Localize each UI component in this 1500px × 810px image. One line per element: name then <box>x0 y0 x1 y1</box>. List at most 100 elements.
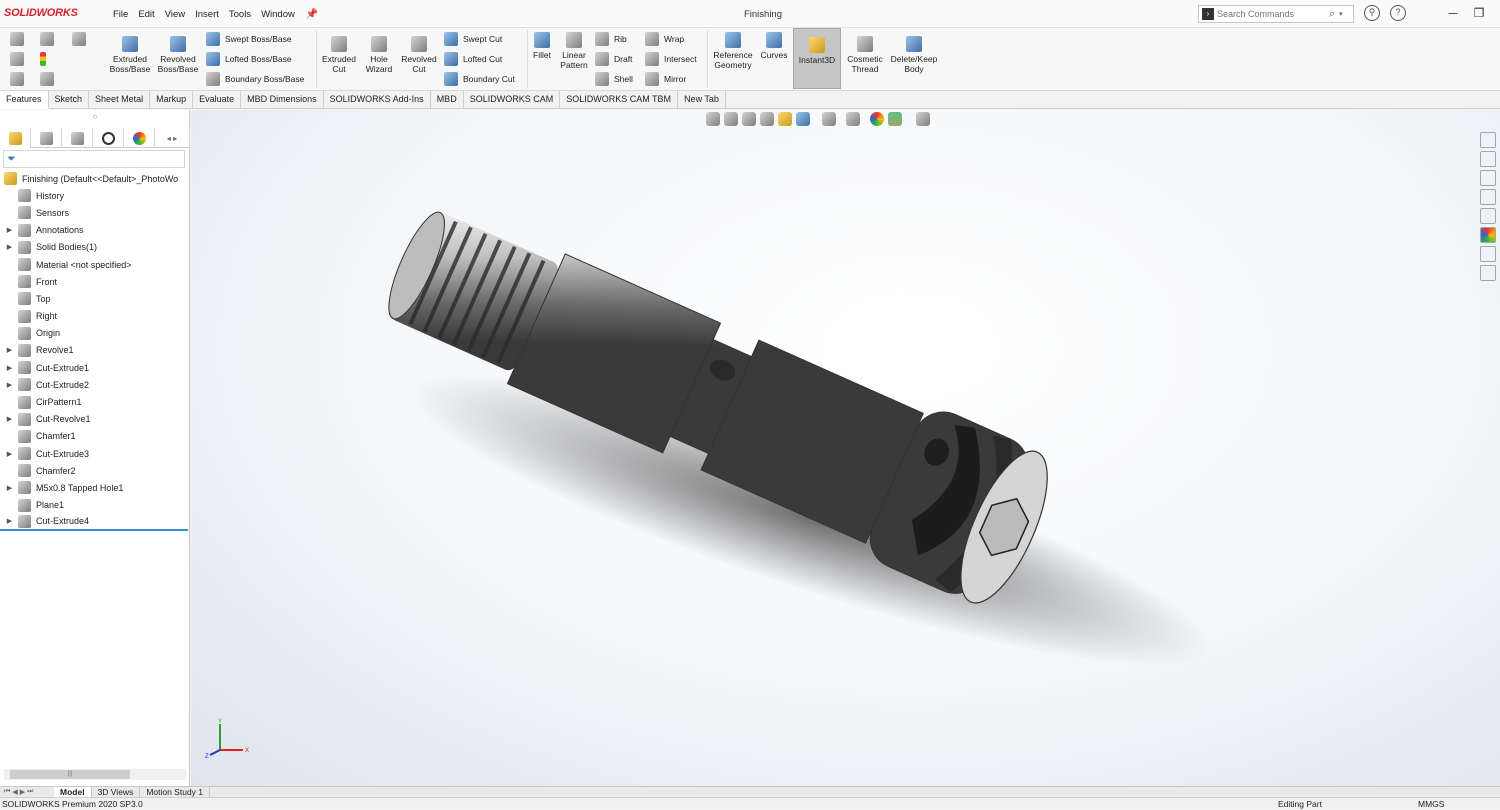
tab-dimxpert[interactable] <box>93 128 124 148</box>
wrap-button[interactable]: Wrap <box>645 32 684 46</box>
rib-button[interactable]: Rib <box>595 32 627 46</box>
mirror-button[interactable]: Mirror <box>645 72 686 86</box>
menu-file[interactable]: File <box>108 9 133 20</box>
tree-item[interactable]: Chamfer1 <box>0 428 188 445</box>
save-button[interactable] <box>40 32 59 46</box>
search-icon[interactable]: ⌕ <box>1329 8 1335 21</box>
revolved-boss-button[interactable]: Revolved Boss/Base <box>156 36 200 74</box>
fillet-button[interactable]: Fillet <box>530 32 554 60</box>
lofted-cut-button[interactable]: Lofted Cut <box>444 52 502 66</box>
tab-evaluate[interactable]: Evaluate <box>193 91 242 109</box>
tree-root-part[interactable]: Finishing (Default<<Default>_PhotoWo <box>0 170 188 187</box>
expand-arrow-icon[interactable]: ▶ <box>5 450 14 458</box>
extruded-cut-button[interactable]: Extruded Cut <box>318 36 360 74</box>
close-button[interactable]: ✕ <box>1492 3 1500 23</box>
expand-arrow-icon[interactable]: ▶ <box>5 484 14 492</box>
draft-button[interactable]: Draft <box>595 52 632 66</box>
reference-triad[interactable]: Y X Z <box>205 718 255 758</box>
tree-item[interactable]: Sensors <box>0 204 188 221</box>
tab-mbd-dimensions[interactable]: MBD Dimensions <box>241 91 324 109</box>
menu-tools[interactable]: Tools <box>224 9 256 20</box>
panel-grip[interactable]: ○ <box>0 110 190 126</box>
tab-nav-arrows[interactable]: ⏮ ◀ ▶ ⏭ <box>0 788 48 796</box>
menu-window[interactable]: Window <box>256 9 300 20</box>
menu-edit[interactable]: Edit <box>133 9 159 20</box>
solidworks-logo[interactable]: SOLIDWORKS <box>4 7 78 19</box>
tab-model[interactable]: Model <box>54 786 92 798</box>
tab-mbd[interactable]: MBD <box>431 91 464 109</box>
search-commands[interactable]: › ⌕ ▾ <box>1198 5 1354 23</box>
tree-item[interactable]: Chamfer2 <box>0 462 188 479</box>
swept-boss-button[interactable]: Swept Boss/Base <box>206 32 292 46</box>
expand-arrow-icon[interactable]: ▶ <box>5 517 14 525</box>
help-icon[interactable]: ? <box>1390 5 1406 21</box>
hole-wizard-button[interactable]: Hole Wizard <box>360 36 398 74</box>
instant3d-button[interactable]: Instant3D <box>793 28 841 89</box>
tab-markup[interactable]: Markup <box>150 91 194 109</box>
shell-button[interactable]: Shell <box>595 72 633 86</box>
intersect-button[interactable]: Intersect <box>645 52 697 66</box>
graphics-area[interactable]: Y X Z <box>191 110 1500 786</box>
tab-scroll[interactable]: ◂ ▸ <box>155 128 190 148</box>
expand-arrow-icon[interactable]: ▶ <box>5 346 14 354</box>
tab-features[interactable]: Features <box>0 91 49 109</box>
tree-item[interactable]: ▶ Solid Bodies(1) <box>0 239 188 256</box>
tab-configuration-manager[interactable] <box>62 128 93 148</box>
expand-arrow-icon[interactable]: ▶ <box>5 415 14 423</box>
tab-sheet-metal[interactable]: Sheet Metal <box>89 91 151 109</box>
tree-item[interactable]: ▶ Cut-Revolve1 <box>0 411 188 428</box>
rebuild-button[interactable] <box>40 52 51 66</box>
new-document-button[interactable] <box>10 52 29 66</box>
delete-keep-body-button[interactable]: Delete/Keep Body <box>888 36 940 74</box>
pin-icon[interactable]: 📌 <box>306 9 318 20</box>
tree-item[interactable]: ▶ Cut-Extrude3 <box>0 445 188 462</box>
user-icon[interactable]: ⚲ <box>1364 5 1380 21</box>
restore-button[interactable]: ❐ <box>1466 3 1492 23</box>
prev-tab-icon[interactable]: ◀ <box>12 788 17 796</box>
status-units[interactable]: MMGS <box>1418 798 1444 810</box>
tree-item[interactable]: Plane1 <box>0 497 188 514</box>
menu-view[interactable]: View <box>160 9 190 20</box>
tab-motion-study[interactable]: Motion Study 1 <box>140 786 211 798</box>
search-input[interactable] <box>1217 9 1325 19</box>
tree-item[interactable]: ▶ Cut-Extrude1 <box>0 359 188 376</box>
options-button[interactable] <box>40 72 59 86</box>
tree-item[interactable]: Front <box>0 273 188 290</box>
part-model[interactable] <box>191 110 1500 786</box>
last-tab-icon[interactable]: ⏭ <box>27 788 33 796</box>
panel-horizontal-scrollbar[interactable]: ||| <box>4 769 186 780</box>
expand-arrow-icon[interactable]: ▶ <box>5 381 14 389</box>
revolved-cut-button[interactable]: Revolved Cut <box>398 36 440 74</box>
menu-insert[interactable]: Insert <box>190 9 224 20</box>
tree-item[interactable]: Right <box>0 308 188 325</box>
tab-addins[interactable]: SOLIDWORKS Add-Ins <box>324 91 431 109</box>
first-tab-icon[interactable]: ⏮ <box>4 788 10 796</box>
tab-display-manager[interactable] <box>124 128 155 148</box>
tab-sketch[interactable]: Sketch <box>49 91 90 109</box>
tab-cam-tbm[interactable]: SOLIDWORKS CAM TBM <box>560 91 679 109</box>
tab-property-manager[interactable] <box>31 128 62 148</box>
tab-3d-views[interactable]: 3D Views <box>92 786 141 798</box>
boundary-cut-button[interactable]: Boundary Cut <box>444 72 515 86</box>
home-button[interactable] <box>10 32 29 46</box>
tree-item[interactable]: ▶ Cut-Extrude2 <box>0 376 188 393</box>
tree-item[interactable]: Origin <box>0 325 188 342</box>
chevron-down-icon[interactable]: ▾ <box>1339 10 1343 18</box>
curves-button[interactable]: Curves <box>758 32 790 60</box>
reference-geometry-button[interactable]: Reference Geometry <box>710 32 756 70</box>
tab-feature-manager[interactable] <box>0 128 31 148</box>
tree-item[interactable]: Material <not specified> <box>0 256 188 273</box>
tab-cam[interactable]: SOLIDWORKS CAM <box>464 91 561 109</box>
minimize-button[interactable]: ─ <box>1440 3 1466 23</box>
tree-item[interactable]: Top <box>0 290 188 307</box>
extruded-boss-button[interactable]: Extruded Boss/Base <box>108 36 152 74</box>
scrollbar-thumb[interactable]: ||| <box>10 770 130 779</box>
tree-item[interactable]: ▶ Annotations <box>0 222 188 239</box>
tree-item[interactable]: History <box>0 187 188 204</box>
expand-arrow-icon[interactable]: ▶ <box>5 364 14 372</box>
tree-item[interactable]: CirPattern1 <box>0 393 188 410</box>
boundary-boss-button[interactable]: Boundary Boss/Base <box>206 72 304 86</box>
swept-cut-button[interactable]: Swept Cut <box>444 32 502 46</box>
linear-pattern-button[interactable]: Linear Pattern <box>556 32 592 70</box>
tree-filter[interactable]: ⏷ <box>3 150 185 168</box>
